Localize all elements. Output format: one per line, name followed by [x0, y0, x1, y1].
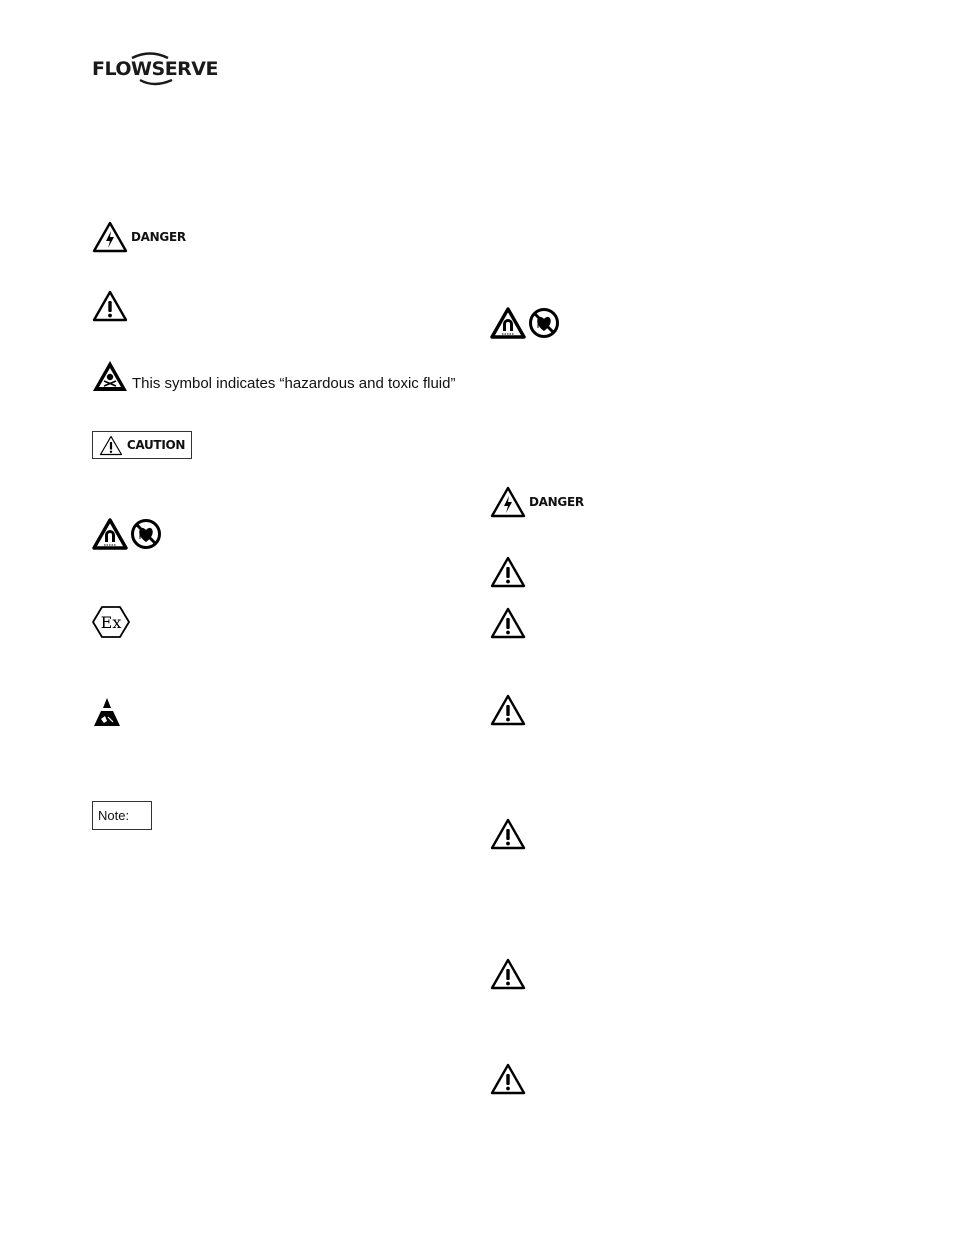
danger-label: DANGER	[131, 230, 186, 244]
strong-magnetic-field-icon	[92, 518, 128, 550]
warning-triangle-icon	[490, 818, 526, 850]
caution-label-box: CAUTION	[92, 431, 192, 459]
atex-symbol: Ex	[92, 605, 130, 639]
warning-symbol-right-3	[490, 694, 526, 726]
warning-triangle-icon	[490, 607, 526, 639]
warning-triangle-icon	[490, 694, 526, 726]
warning-triangle-icon	[490, 1063, 526, 1095]
electrostatic-discharge-icon	[94, 698, 120, 726]
esd-symbol	[92, 697, 122, 729]
flowserve-logo: FLOWSERVE	[92, 50, 219, 90]
danger-label: DANGER	[529, 495, 584, 509]
toxic-fluid-icon	[93, 361, 127, 391]
warning-triangle-icon	[490, 958, 526, 990]
warning-symbol-right-6	[490, 1063, 526, 1095]
no-pacemaker-icon	[529, 308, 559, 338]
electrical-hazard-icon	[92, 221, 128, 253]
logo-text: FLOWSERVE	[92, 58, 219, 80]
warning-triangle-icon	[490, 556, 526, 588]
strong-magnetic-field-icon	[490, 307, 526, 339]
caution-triangle-icon	[99, 435, 122, 455]
warning-symbol-left	[92, 290, 128, 322]
atex-ex-icon: Ex	[92, 606, 130, 638]
no-pacemaker-icon	[131, 519, 161, 549]
magnetic-field-symbols-right	[490, 307, 560, 339]
warning-triangle-icon	[92, 290, 128, 322]
note-label-box: Note:	[92, 801, 152, 830]
warning-symbol-right-2	[490, 607, 526, 639]
warning-symbol-right-5	[490, 958, 526, 990]
warning-symbol-right-4	[490, 818, 526, 850]
danger-symbol-right: DANGER	[490, 486, 584, 518]
warning-symbol-right-1	[490, 556, 526, 588]
electrical-hazard-icon	[490, 486, 526, 518]
caution-label: CAUTION	[126, 438, 186, 452]
toxic-description: This symbol indicates “hazardous and tox…	[132, 375, 456, 392]
atex-text: Ex	[101, 613, 122, 632]
danger-symbol-left: DANGER	[92, 221, 186, 253]
magnetic-field-symbols-left	[92, 518, 162, 550]
toxic-symbol-row: This symbol indicates “hazardous and tox…	[92, 360, 455, 392]
note-label: Note:	[98, 808, 130, 823]
